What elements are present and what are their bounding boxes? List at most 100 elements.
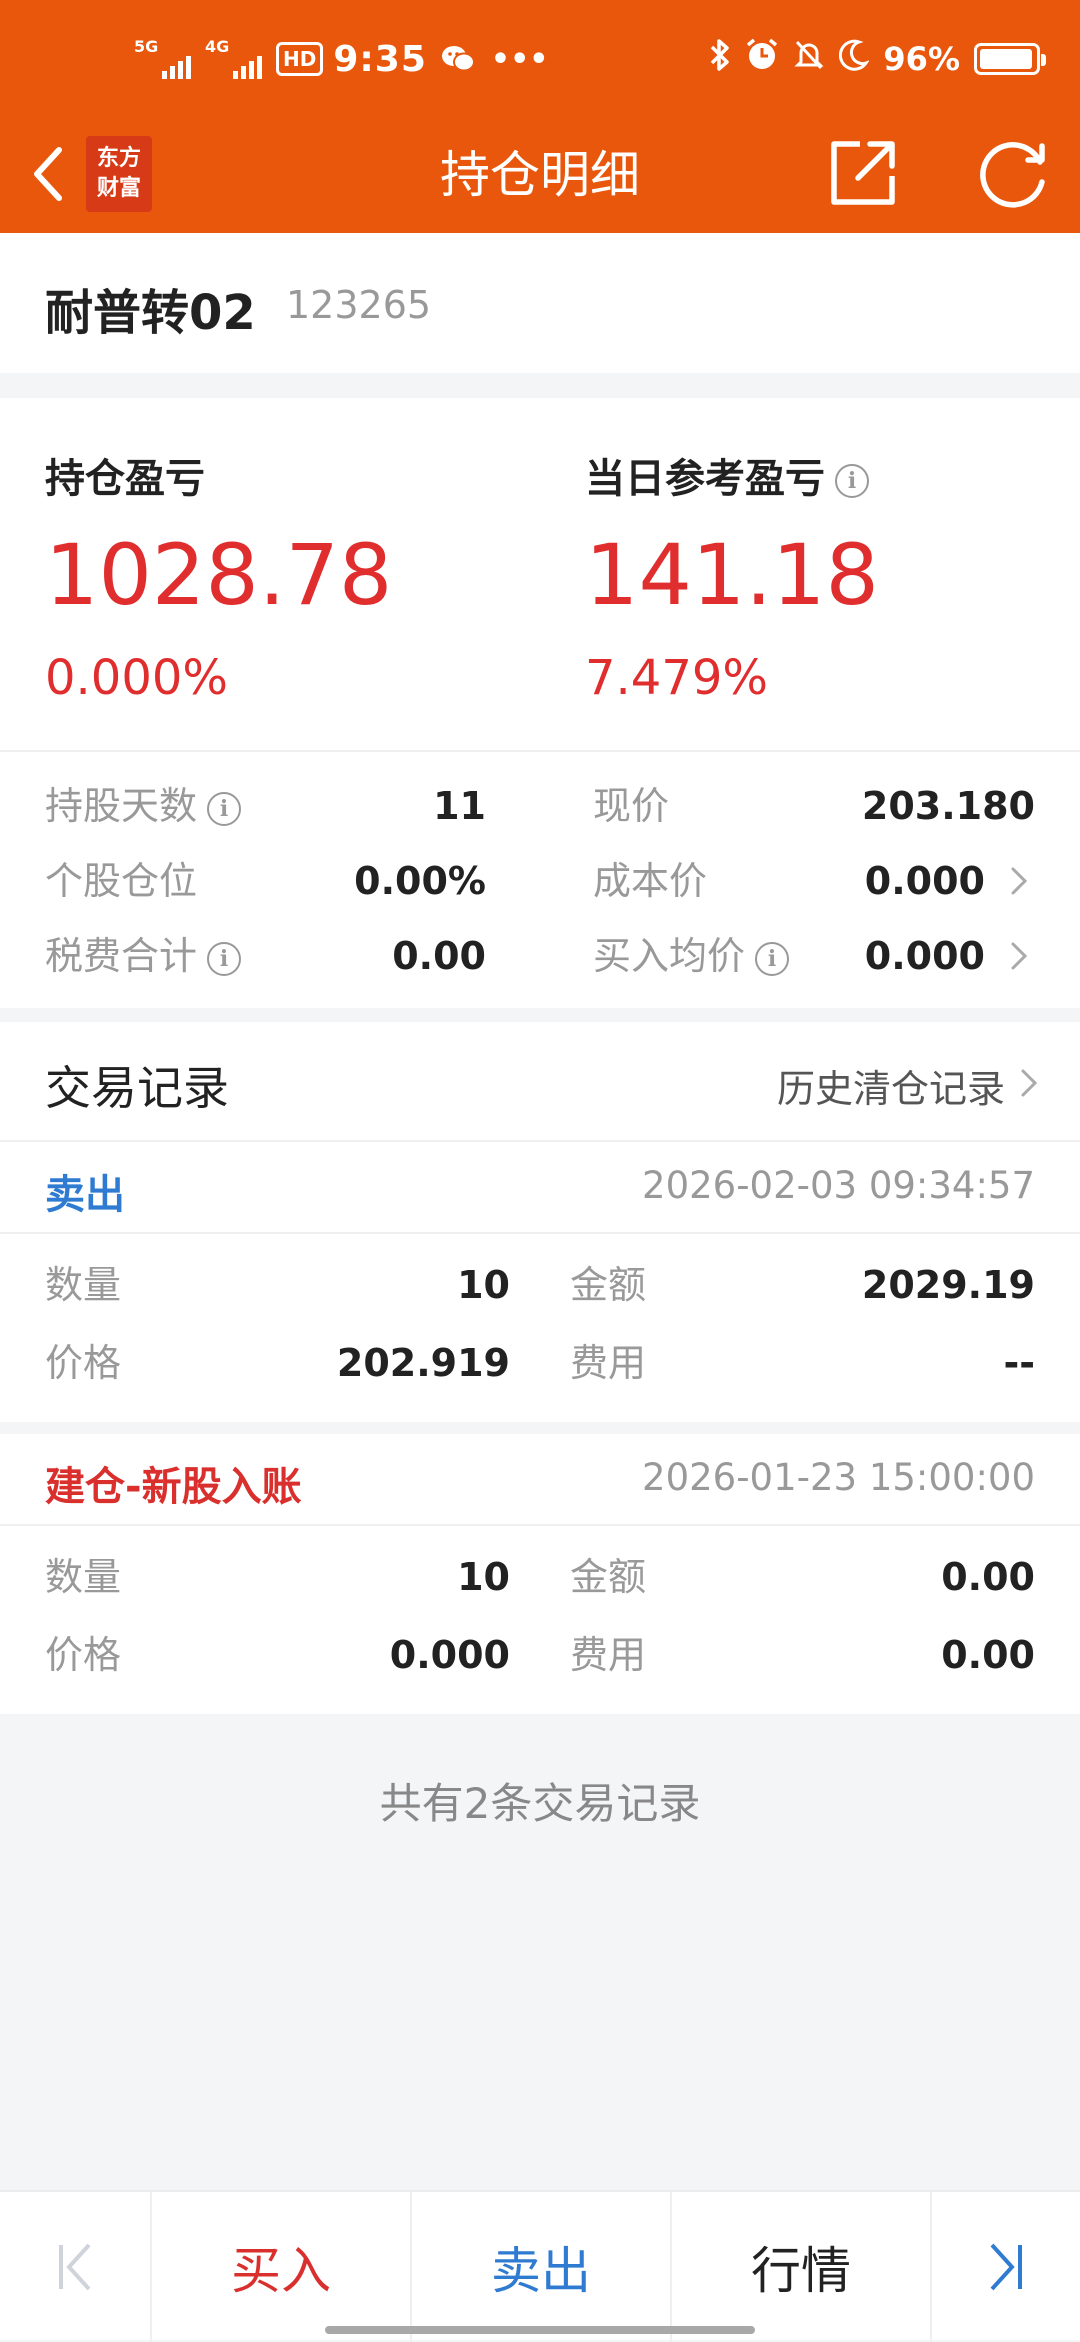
do-not-disturb-moon-icon	[839, 39, 871, 79]
quantity-value: 10	[457, 1555, 510, 1599]
amount-value: 0.00	[941, 1555, 1035, 1599]
holding-days-value: 11	[433, 784, 486, 828]
last-item-button[interactable]	[932, 2192, 1080, 2342]
cost-price-label[interactable]: 成本价	[593, 846, 707, 916]
trade-record-body: 数量 10 金额 0.00 价格 0.000 费用 0.00	[0, 1526, 1080, 1714]
cost-price-value[interactable]: 0.000	[865, 846, 985, 916]
amount-value: 2029.19	[861, 1263, 1035, 1307]
quantity-label: 数量	[45, 1555, 122, 1599]
trade-record-header: 建仓-新股入账 2026-01-23 15:00:00	[0, 1434, 1080, 1526]
trade-time: 2026-02-03 09:34:57	[642, 1164, 1035, 1207]
price-value: 0.000	[389, 1633, 510, 1677]
first-item-button[interactable]	[0, 2192, 150, 2342]
price-label: 价格	[45, 1341, 122, 1385]
stock-name: 耐普转02	[45, 285, 256, 341]
quantity-label: 数量	[45, 1263, 122, 1307]
info-icon[interactable]: i	[755, 941, 790, 976]
detail-row: 税费合计 i 0.00 买入均价 i 0.000	[0, 921, 1080, 991]
holding-days-label: 持股天数 i	[45, 771, 242, 841]
mute-bell-icon	[793, 38, 825, 80]
nav-bar: 东方 财富 持仓明细	[0, 120, 1080, 233]
alarm-icon	[745, 38, 779, 80]
detail-row: 持股天数 i 11 现价 203.180	[0, 771, 1080, 841]
signal-5g-icon: 5G	[134, 37, 191, 79]
quantity-value: 10	[457, 1263, 510, 1307]
avg-buy-price-label[interactable]: 买入均价 i	[593, 921, 790, 991]
daily-pl-label-text: 当日参考盈亏	[585, 456, 825, 502]
chevron-right-icon[interactable]	[1004, 846, 1034, 916]
skip-to-last-icon	[990, 2243, 1022, 2291]
battery-icon	[974, 43, 1046, 75]
refresh-button[interactable]	[970, 130, 1060, 216]
amount-label: 金额	[570, 1263, 647, 1307]
info-icon[interactable]: i	[207, 941, 242, 976]
trade-record-header: 卖出 2026-02-03 09:34:57	[0, 1142, 1080, 1234]
sell-button[interactable]: 卖出	[412, 2192, 670, 2342]
chevron-left-icon	[34, 147, 62, 201]
detail-row: 个股仓位 0.00% 成本价 0.000	[0, 846, 1080, 916]
trade-records-title: 交易记录	[45, 1061, 229, 1115]
stock-code: 123265	[286, 283, 432, 327]
hd-voice-icon: HD	[276, 42, 324, 76]
bluetooth-icon	[709, 38, 731, 80]
records-count-footer: 共有2条交易记录	[379, 1779, 701, 1828]
signal-4g-icon: 4G	[205, 37, 262, 79]
avg-buy-price-label-text: 买入均价	[593, 934, 746, 978]
more-notifications-icon: •••	[490, 41, 549, 77]
share-export-icon	[831, 141, 895, 205]
network-label: 4G	[205, 37, 230, 56]
price-label: 价格	[45, 1633, 122, 1677]
divider	[0, 1422, 1080, 1434]
trade-records-header: 交易记录 历史清仓记录	[0, 1022, 1080, 1142]
app-header: 5G 4G HD 9:35 ••• 96% 东方 财富 持仓明细	[0, 0, 1080, 233]
status-bar-right: 96%	[709, 34, 1046, 84]
history-clearance-link[interactable]: 历史清仓记录	[777, 1058, 1005, 1113]
holding-pl-percent: 0.000%	[45, 650, 229, 706]
bottom-action-bar: 买入 卖出 行情	[0, 2190, 1080, 2342]
quote-button[interactable]: 行情	[672, 2192, 930, 2342]
trade-type: 卖出	[45, 1172, 125, 1218]
total-fees-label: 税费合计 i	[45, 921, 242, 991]
position-ratio-label: 个股仓位	[45, 859, 198, 903]
status-time: 9:35	[333, 38, 427, 80]
buy-button[interactable]: 买入	[152, 2192, 410, 2342]
logo-text-line1: 东方	[96, 146, 141, 171]
status-bar-left: 5G 4G HD 9:35 •••	[134, 34, 548, 84]
price-value: 202.919	[336, 1341, 510, 1385]
fee-value: 0.00	[941, 1633, 1035, 1677]
chevron-right-icon[interactable]	[1004, 921, 1034, 991]
info-icon[interactable]: i	[835, 464, 869, 498]
trade-record-body: 数量 10 金额 2029.19 价格 202.919 费用 --	[0, 1234, 1080, 1422]
total-fees-label-text: 税费合计	[45, 934, 198, 978]
skip-to-first-icon	[59, 2243, 91, 2291]
fee-label: 费用	[570, 1341, 647, 1385]
current-price-label: 现价	[593, 784, 670, 828]
eastmoney-logo: 东方 财富	[86, 136, 152, 212]
back-button[interactable]	[20, 136, 76, 212]
trade-time: 2026-01-23 15:00:00	[642, 1456, 1035, 1499]
fee-value: --	[1003, 1341, 1035, 1385]
fee-label: 费用	[570, 1633, 647, 1677]
home-indicator[interactable]	[325, 2326, 755, 2334]
chevron-right-icon[interactable]	[1020, 1050, 1050, 1116]
logo-text-line2: 财富	[96, 176, 141, 201]
daily-pl-label: 当日参考盈亏 i	[585, 446, 869, 504]
page-title: 持仓明细	[440, 146, 640, 204]
amount-label: 金额	[570, 1555, 647, 1599]
trade-record-item: 建仓-新股入账 2026-01-23 15:00:00 数量 10 金额 0.0…	[0, 1434, 1080, 1714]
network-label: 5G	[134, 37, 159, 56]
holding-days-label-text: 持股天数	[45, 784, 198, 828]
holding-pl-label-text: 持仓盈亏	[45, 456, 205, 502]
holding-pl-label: 持仓盈亏	[45, 446, 205, 504]
info-icon[interactable]: i	[207, 791, 242, 826]
battery-fill	[980, 49, 1032, 69]
position-summary: 持仓盈亏 1028.78 0.000% 当日参考盈亏 i 141.18 7.479…	[0, 398, 1080, 1008]
holding-pl-value: 1028.78	[45, 526, 393, 624]
daily-pl-value: 141.18	[585, 526, 879, 624]
share-button[interactable]	[820, 130, 906, 216]
avg-buy-price-value[interactable]: 0.000	[865, 921, 985, 991]
position-ratio-value: 0.00%	[354, 859, 486, 903]
wechat-icon	[441, 44, 475, 74]
trade-records: 交易记录 历史清仓记录 卖出 2026-02-03 09:34:57 数量 10…	[0, 1022, 1080, 1714]
stock-header: 耐普转02 123265	[0, 233, 1080, 373]
